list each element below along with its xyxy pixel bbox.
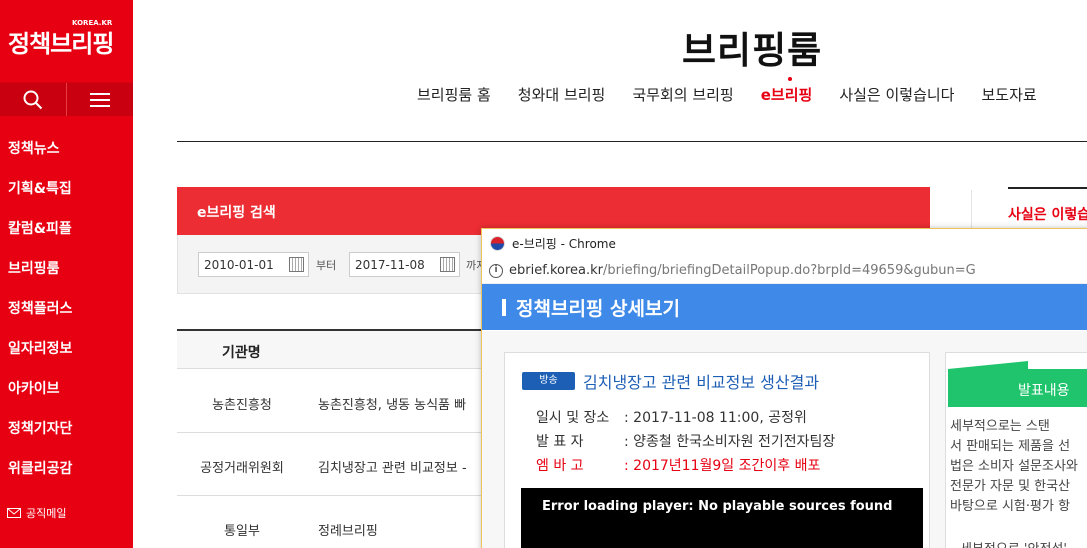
info-embargo: 엠 바 고 : 2017년11월9일 조간이후 배포 — [536, 455, 820, 475]
column-agency: 기관명 — [222, 345, 261, 361]
announcement-line: 전문가 자문 및 한국산 — [950, 479, 1071, 494]
url-host: ebrief.korea.kr — [509, 263, 604, 278]
official-mail-link[interactable]: 공직메일 — [7, 505, 66, 521]
table-row[interactable]: 통일부 정례브리핑 — [177, 496, 487, 548]
sidebar-item-archive[interactable]: 아카이브 — [0, 369, 133, 409]
table-header: 기관명 — [177, 331, 487, 369]
announcement-line: 세부적으로는 스탠 — [950, 419, 1050, 434]
site-logo[interactable]: KOREA.KR 정책브리핑 — [0, 0, 133, 82]
search-icon — [23, 90, 43, 109]
info-label: 엠 바 고 — [536, 458, 584, 474]
mail-label: 공직메일 — [26, 507, 67, 520]
calendar-icon[interactable] — [289, 257, 304, 272]
sidebar-item-column-people[interactable]: 칼럼&피플 — [0, 209, 133, 249]
popup-header-title: 정책브리핑 상세보기 — [516, 297, 680, 320]
header-divider — [177, 141, 1087, 142]
sidebar-item-jobs[interactable]: 일자리정보 — [0, 329, 133, 369]
page-title: 브리핑룸 — [682, 29, 823, 72]
sidebar-item-briefing-room[interactable]: 브리핑룸 — [0, 249, 133, 289]
announcement-tab[interactable]: 발표내용 — [948, 361, 1087, 407]
to-date-value: 2017-11-08 — [355, 258, 425, 272]
video-error-text: Error loading player: No playable source… — [542, 499, 893, 514]
right-top-border — [1008, 187, 1087, 189]
popup-address-bar[interactable]: i ebrief.korea.kr/briefing/briefingDetai… — [482, 258, 1087, 284]
nav-briefing-home[interactable]: 브리핑룸 홈 — [417, 84, 491, 105]
sidebar-item-weekly[interactable]: 위클리공감 — [0, 449, 133, 489]
sidebar: KOREA.KR 정책브리핑 정책뉴스 기획&특집 칼럼&피플 브리핑룸 정책플… — [0, 0, 133, 548]
announcement-line: 법은 소비자 설문조사와 — [950, 459, 1078, 474]
from-label: 부터 — [316, 259, 337, 272]
broadcast-badge: 방송 — [522, 372, 575, 390]
info-presenter: 발 표 자 : 양종철 한국소비자원 전기전자팀장 — [536, 431, 835, 451]
row-agency: 공정거래위원회 — [200, 461, 284, 476]
to-date-input[interactable]: 2017-11-08 — [349, 252, 460, 277]
header-bar-mark — [502, 298, 506, 316]
row-title[interactable]: 정례브리핑 — [318, 520, 378, 539]
announcement-text: 세부적으로는 스탠 서 판매되는 제품을 선 법은 소비자 설문조사와 전문가 … — [950, 417, 1078, 517]
hamburger-icon — [90, 92, 110, 107]
sidebar-item-features[interactable]: 기획&특집 — [0, 169, 133, 209]
announcement-footer-line: 세부적으로 '안전성' — [960, 538, 1067, 548]
url-path: /briefing/briefingDetailPopup.do?brpId=4… — [603, 263, 976, 278]
row-agency: 농촌진흥청 — [212, 398, 272, 413]
info-icon[interactable]: i — [489, 263, 503, 278]
popup-window-title: e-브리핑 - Chrome — [512, 237, 616, 251]
sidebar-tools — [0, 82, 133, 116]
info-value: : 2017-11-08 11:00, 공정위 — [624, 410, 807, 426]
mail-icon — [7, 508, 21, 518]
nav-fact-check[interactable]: 사실은 이렇습니다 — [839, 84, 954, 105]
nav-cabinet[interactable]: 국무회의 브리핑 — [632, 84, 733, 105]
info-label: 발 표 자 — [536, 434, 584, 450]
table-row[interactable]: 농촌진흥청 농촌진흥청, 냉동 농식품 빠 — [177, 370, 487, 433]
calendar-icon[interactable] — [440, 257, 455, 272]
sidebar-item-policy-news[interactable]: 정책뉴스 — [0, 129, 133, 169]
nav-bluehouse[interactable]: 청와대 브리핑 — [518, 84, 606, 105]
video-player[interactable]: Error loading player: No playable source… — [521, 488, 923, 548]
table-row[interactable]: 공정거래위원회 김치냉장고 관련 비교정보 - — [177, 433, 487, 496]
announcement-line: 서 판매되는 제품을 선 — [950, 439, 1071, 454]
search-button[interactable] — [0, 83, 66, 116]
info-label: 일시 및 장소 — [536, 410, 610, 426]
sidebar-item-reporters[interactable]: 정책기자단 — [0, 409, 133, 449]
nav-e-briefing[interactable]: e브리핑 — [761, 77, 812, 105]
briefing-popup-window: e-브리핑 - Chrome i ebrief.korea.kr/briefin… — [481, 228, 1087, 548]
info-value: : 2017년11월9일 조간이후 배포 — [624, 458, 821, 474]
info-datetime: 일시 및 장소 : 2017-11-08 11:00, 공정위 — [536, 407, 807, 427]
popup-body: 방송 김치냉장고 관련 비교정보 생산결과 일시 및 장소 : 2017-11-0… — [482, 331, 1087, 548]
info-value: : 양종철 한국소비자원 전기전자팀장 — [624, 434, 836, 450]
nav-press-release[interactable]: 보도자료 — [981, 84, 1036, 105]
fact-check-title[interactable]: 사실은 이렇습 — [1008, 204, 1087, 224]
row-title[interactable]: 농촌진흥청, 냉동 농식품 빠 — [318, 394, 466, 413]
briefing-title: 김치냉장고 관련 비교정보 생산결과 — [583, 373, 820, 392]
from-date-value: 2010-01-01 — [204, 258, 274, 272]
announcement-card: 발표내용 세부적으로는 스탠 서 판매되는 제품을 선 법은 소비자 설문조사와… — [945, 352, 1087, 548]
from-date-input[interactable]: 2010-01-01 — [198, 252, 309, 277]
top-nav: 브리핑룸 홈 청와대 브리핑 국무회의 브리핑 e브리핑 사실은 이렇습니다 보… — [417, 77, 1064, 105]
row-title[interactable]: 김치냉장고 관련 비교정보 - — [318, 457, 467, 476]
logo-korea-kr: KOREA.KR — [72, 19, 113, 27]
popup-titlebar[interactable]: e-브리핑 - Chrome — [482, 229, 1087, 258]
menu-button[interactable] — [66, 83, 133, 116]
sidebar-item-policy-plus[interactable]: 정책플러스 — [0, 289, 133, 329]
briefing-detail-card: 방송 김치냉장고 관련 비교정보 생산결과 일시 및 장소 : 2017-11-0… — [504, 352, 930, 548]
logo-text: 정책브리핑 — [8, 29, 114, 58]
popup-header: 정책브리핑 상세보기 — [482, 284, 1087, 330]
taegeuk-favicon-icon — [490, 236, 505, 251]
row-agency: 통일부 — [224, 524, 260, 539]
sidebar-menu: 정책뉴스 기획&특집 칼럼&피플 브리핑룸 정책플러스 일자리정보 아카이브 정… — [0, 129, 133, 489]
announcement-line: 바탕으로 시험·평가 항 — [950, 499, 1071, 514]
